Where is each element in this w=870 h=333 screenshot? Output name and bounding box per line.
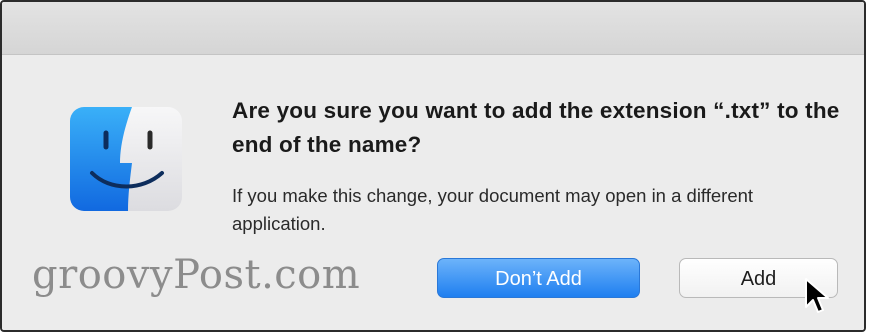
title-bar	[2, 2, 864, 55]
alert-message: If you make this change, your document m…	[232, 185, 754, 234]
alert-window: Are you sure you want to add the extensi…	[0, 0, 866, 332]
watermark: groovyPost.com	[32, 252, 361, 298]
dont-add-button[interactable]: Don’t Add	[437, 258, 640, 298]
finder-icon	[70, 107, 182, 211]
alert-heading: Are you sure you want to add the extensi…	[232, 98, 840, 157]
cursor-arrow-icon	[805, 278, 829, 313]
